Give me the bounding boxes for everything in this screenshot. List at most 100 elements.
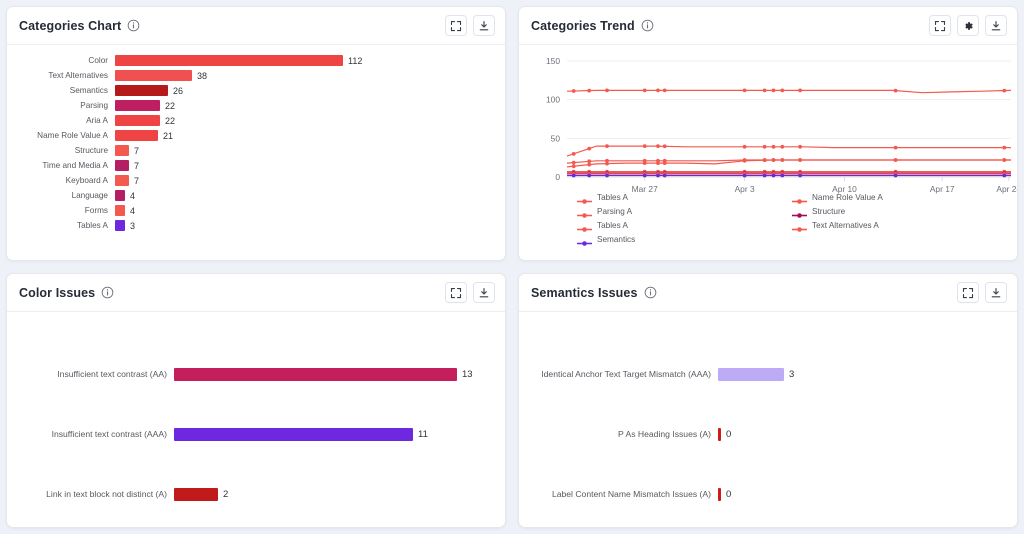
bar-fill[interactable] <box>174 487 218 501</box>
data-point[interactable] <box>893 158 898 162</box>
legend-item[interactable]: Parsing A <box>577 204 782 218</box>
data-point[interactable] <box>780 173 785 178</box>
data-point[interactable] <box>571 89 576 93</box>
data-point[interactable] <box>662 173 667 178</box>
bar-fill[interactable] <box>115 100 160 111</box>
data-point[interactable] <box>1002 173 1007 178</box>
bar-row[interactable]: Insufficient text contrast (AAA) 11 <box>19 404 493 464</box>
data-point[interactable] <box>771 158 776 162</box>
data-point[interactable] <box>656 144 660 148</box>
data-point[interactable] <box>780 158 785 162</box>
data-point[interactable] <box>642 161 647 165</box>
legend-item[interactable]: Tables A <box>577 190 782 204</box>
data-point[interactable] <box>587 88 592 93</box>
data-point[interactable] <box>587 159 592 164</box>
bar-fill[interactable] <box>115 115 160 126</box>
data-point[interactable] <box>587 173 592 178</box>
download-icon[interactable] <box>473 15 495 36</box>
data-point[interactable] <box>662 88 667 93</box>
info-icon[interactable] <box>127 19 140 32</box>
bar-fill[interactable] <box>115 175 129 186</box>
bar-row[interactable]: Structure 7 <box>19 143 493 158</box>
data-point[interactable] <box>656 161 660 165</box>
legend-item[interactable]: Semantics <box>577 232 782 246</box>
bar-fill[interactable] <box>718 367 784 381</box>
data-point[interactable] <box>642 144 647 148</box>
data-point[interactable] <box>798 173 802 178</box>
data-point[interactable] <box>605 173 609 178</box>
bar-fill[interactable] <box>115 160 129 171</box>
download-icon[interactable] <box>473 282 495 303</box>
bar-row[interactable]: Language 4 <box>19 188 493 203</box>
data-point[interactable] <box>656 88 660 93</box>
data-point[interactable] <box>798 144 802 149</box>
data-point[interactable] <box>605 144 609 148</box>
data-point[interactable] <box>780 88 785 93</box>
data-point[interactable] <box>742 144 747 149</box>
bar-row[interactable]: Time and Media A 7 <box>19 158 493 173</box>
expand-icon[interactable] <box>929 15 951 36</box>
data-point[interactable] <box>893 145 898 150</box>
expand-icon[interactable] <box>445 15 467 36</box>
bar-row[interactable]: Parsing 22 <box>19 98 493 113</box>
bar-row[interactable]: Insufficient text contrast (AA) 13 <box>19 344 493 404</box>
data-point[interactable] <box>762 173 767 178</box>
bar-fill[interactable] <box>174 427 413 441</box>
data-point[interactable] <box>771 144 776 149</box>
download-icon[interactable] <box>985 15 1007 36</box>
legend-item[interactable]: Structure <box>792 204 997 218</box>
data-point[interactable] <box>1002 88 1007 93</box>
bar-fill[interactable] <box>115 85 168 96</box>
legend-item[interactable]: Tables A <box>577 218 782 232</box>
bar-fill[interactable] <box>115 70 192 81</box>
data-point[interactable] <box>571 152 576 156</box>
data-point[interactable] <box>798 158 802 162</box>
info-icon[interactable] <box>101 286 114 299</box>
data-point[interactable] <box>771 88 776 93</box>
bar-row[interactable]: Text Alternatives 38 <box>19 68 493 83</box>
bar-row[interactable]: Forms 4 <box>19 203 493 218</box>
data-point[interactable] <box>642 88 647 93</box>
download-icon[interactable] <box>985 282 1007 303</box>
expand-icon[interactable] <box>957 282 979 303</box>
data-point[interactable] <box>893 88 898 93</box>
bar-row[interactable]: P As Heading Issues (A) 0 <box>531 404 1005 464</box>
bar-row[interactable]: Link in text block not distinct (A) 2 <box>19 464 493 524</box>
data-point[interactable] <box>605 161 609 166</box>
gear-icon[interactable] <box>957 15 979 36</box>
bar-fill[interactable] <box>115 130 158 141</box>
bar-row[interactable]: Color 112 <box>19 53 493 68</box>
bar-fill[interactable] <box>174 367 457 381</box>
data-point[interactable] <box>656 173 660 178</box>
bar-fill[interactable] <box>115 205 125 216</box>
data-point[interactable] <box>798 88 802 93</box>
data-point[interactable] <box>780 144 785 149</box>
data-point[interactable] <box>893 173 898 178</box>
data-point[interactable] <box>762 144 767 149</box>
info-icon[interactable] <box>644 286 657 299</box>
data-point[interactable] <box>662 161 667 165</box>
data-point[interactable] <box>742 173 747 178</box>
bar-fill[interactable] <box>115 55 343 66</box>
data-point[interactable] <box>762 88 767 93</box>
expand-icon[interactable] <box>445 282 467 303</box>
bar-row[interactable]: Keyboard A 7 <box>19 173 493 188</box>
data-point[interactable] <box>742 88 747 93</box>
bar-fill[interactable] <box>115 220 125 231</box>
data-point[interactable] <box>1002 158 1007 162</box>
data-point[interactable] <box>1002 145 1007 150</box>
data-point[interactable] <box>571 164 576 169</box>
bar-fill[interactable] <box>115 145 129 156</box>
bar-row[interactable]: Semantics 26 <box>19 83 493 98</box>
data-point[interactable] <box>642 173 647 178</box>
bar-fill[interactable] <box>115 190 125 201</box>
bar-row[interactable]: Tables A 3 <box>19 218 493 233</box>
bar-row[interactable]: Identical Anchor Text Target Mismatch (A… <box>531 344 1005 404</box>
bar-row[interactable]: Aria A 22 <box>19 113 493 128</box>
bar-fill[interactable] <box>718 427 721 441</box>
info-icon[interactable] <box>641 19 654 32</box>
data-point[interactable] <box>605 88 609 93</box>
trend-line[interactable] <box>566 145 1011 157</box>
data-point[interactable] <box>571 160 576 165</box>
data-point[interactable] <box>587 146 592 151</box>
